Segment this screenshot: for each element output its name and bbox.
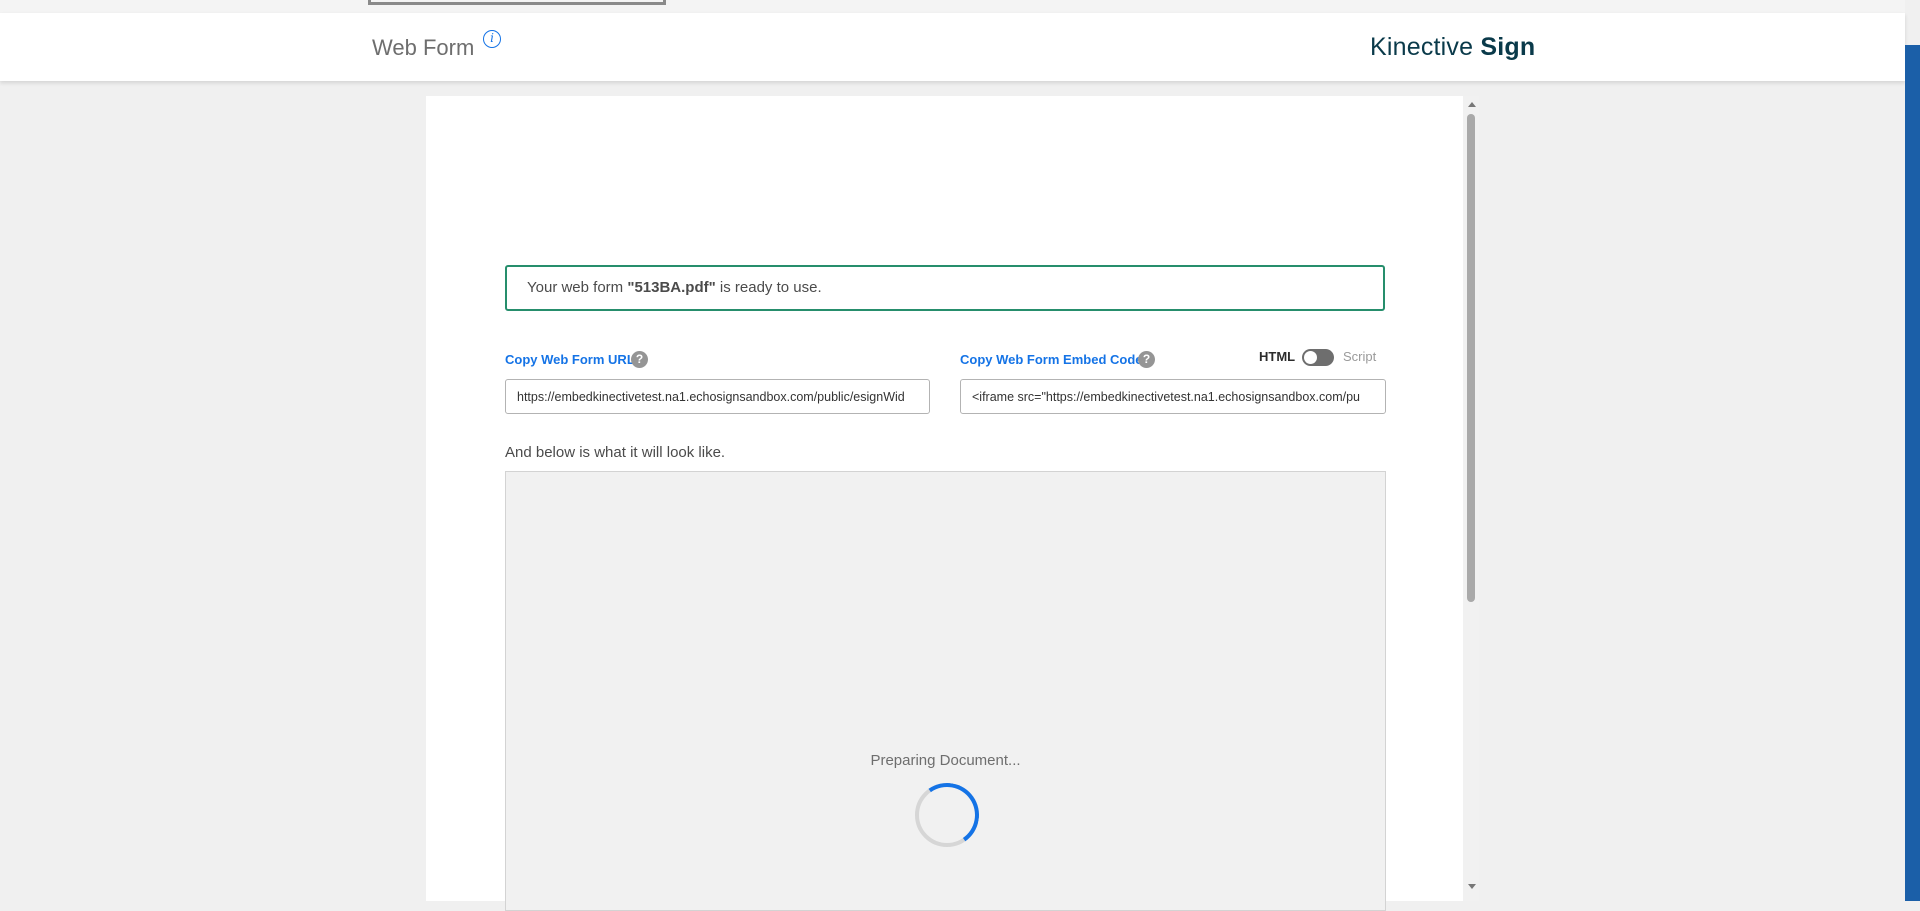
page-header: Web Form i Kinective Sign	[0, 13, 1905, 81]
banner-filename: "513BA.pdf"	[627, 279, 716, 296]
spinner-arc	[909, 777, 985, 853]
banner-prefix: Your web form	[527, 279, 628, 296]
web-form-url-input[interactable]	[505, 379, 930, 414]
loading-spinner-icon	[909, 777, 985, 853]
page-edge	[1905, 45, 1920, 901]
embed-code-input[interactable]	[960, 379, 1386, 414]
preview-caption: And below is what it will look like.	[505, 444, 726, 461]
html-script-toggle[interactable]	[1302, 349, 1334, 366]
toggle-script-label: Script	[1343, 349, 1377, 364]
brand-name: Kinective	[1370, 33, 1474, 61]
top-tab	[368, 0, 666, 5]
preparing-status: Preparing Document...	[870, 752, 1021, 769]
toggle-knob	[1304, 351, 1317, 364]
top-strip	[0, 0, 1905, 13]
info-icon[interactable]: i	[483, 30, 501, 48]
scrollbar[interactable]	[1463, 96, 1479, 901]
scrollbar-thumb[interactable]	[1467, 114, 1475, 602]
embed-help-icon[interactable]: ?	[1138, 351, 1155, 368]
toggle-html-label: HTML	[1259, 349, 1296, 364]
scroll-down-icon[interactable]	[1468, 884, 1476, 889]
web-form-url-label: Copy Web Form URL	[505, 352, 635, 367]
preview-frame: Preparing Document...	[505, 471, 1386, 911]
banner-suffix: is ready to use.	[715, 279, 822, 296]
brand-name-bold: Sign	[1480, 33, 1536, 61]
success-banner: Your web form "513BA.pdf" is ready to us…	[505, 265, 1385, 311]
brand-logo: Kinective Sign	[1370, 33, 1535, 62]
page-title: Web Form	[372, 35, 475, 60]
embed-code-label: Copy Web Form Embed Code	[960, 352, 1143, 367]
scroll-up-icon[interactable]	[1468, 102, 1476, 107]
url-help-icon[interactable]: ?	[631, 351, 648, 368]
